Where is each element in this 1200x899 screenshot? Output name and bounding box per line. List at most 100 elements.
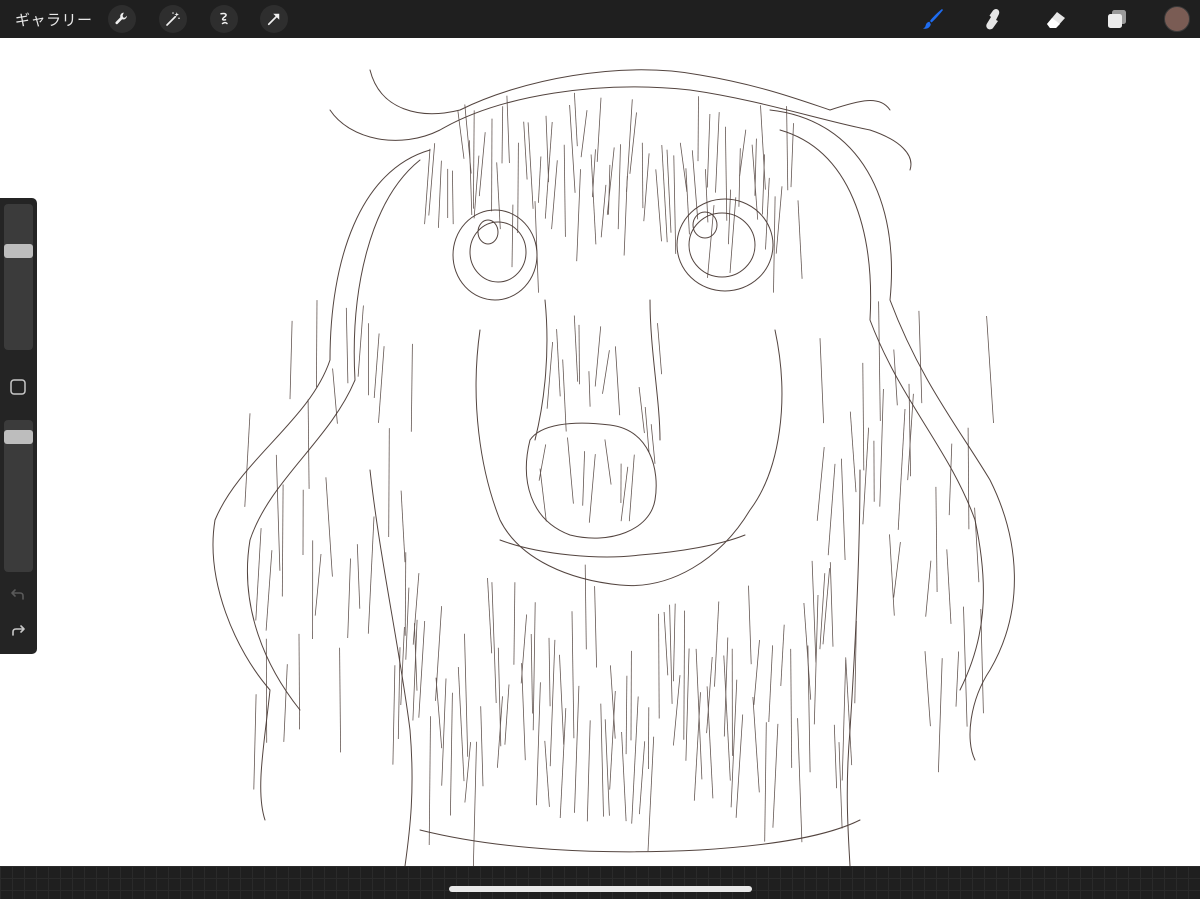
hatch-stroke — [316, 300, 318, 388]
hatch-stroke — [536, 682, 541, 806]
adjustments-button[interactable] — [159, 5, 187, 33]
gallery-button[interactable]: ギャラリー — [15, 9, 93, 30]
hatch-stroke — [538, 444, 547, 481]
right-ear-outline-2 — [779, 129, 984, 691]
hatch-stroke — [639, 741, 646, 815]
hatch-stroke — [643, 153, 650, 222]
hatch-stroke — [400, 626, 405, 706]
selection-button[interactable] — [210, 5, 238, 33]
hatch-stroke — [549, 639, 556, 767]
hatch-stroke — [472, 741, 477, 866]
bottom-bar — [0, 866, 1200, 899]
hatch-stroke — [893, 542, 901, 598]
hatch-stroke — [631, 696, 639, 824]
transform-arrow-icon — [267, 13, 280, 26]
eraser-button[interactable] — [1043, 6, 1069, 32]
hatch-stroke — [638, 387, 645, 434]
hatch-stroke — [827, 463, 836, 556]
hatch-stroke — [673, 155, 677, 254]
opacity-thumb[interactable] — [4, 430, 33, 444]
hatch-stroke — [628, 454, 635, 522]
hatch-stroke — [527, 122, 534, 209]
hatch-stroke — [580, 110, 588, 158]
hatch-stroke — [594, 326, 602, 387]
hatch-stroke — [685, 648, 690, 761]
hatch-stroke — [685, 168, 690, 235]
redo-icon[interactable] — [8, 622, 28, 642]
hatch-stroke — [523, 121, 528, 180]
hatch-stroke — [506, 95, 510, 164]
color-picker-button[interactable] — [1164, 6, 1190, 32]
actions-button[interactable] — [108, 5, 136, 33]
hatch-stroke — [753, 639, 760, 705]
hatch-stroke — [974, 507, 980, 583]
hatch-stroke — [644, 406, 650, 453]
hatch-stroke — [765, 177, 770, 250]
hatch-stroke — [600, 703, 604, 817]
hatch-stroke — [606, 147, 615, 215]
hatch-stroke — [373, 333, 380, 399]
hatch-stroke — [405, 587, 410, 660]
brush-size-slider[interactable] — [4, 204, 33, 350]
hatch-stroke — [626, 99, 633, 192]
hatch-stroke — [620, 466, 629, 522]
hatch-stroke — [534, 201, 539, 293]
left-sidebar — [0, 198, 37, 654]
modify-button[interactable] — [9, 378, 27, 396]
opacity-slider[interactable] — [4, 420, 33, 572]
hatch-stroke — [357, 305, 364, 377]
hatch-stroke — [574, 92, 578, 147]
hatch-stroke — [615, 346, 621, 416]
hatch-stroke — [281, 484, 284, 597]
hatch-stroke — [469, 140, 473, 216]
undo-icon[interactable] — [8, 586, 28, 606]
hatch-stroke — [397, 647, 401, 740]
hatch-stroke — [410, 343, 413, 432]
hatch-stroke — [878, 301, 881, 422]
hatch-stroke — [838, 742, 843, 829]
hatch-stroke — [578, 324, 580, 385]
hatch-stroke — [347, 558, 351, 639]
hatch-stroke — [813, 594, 819, 725]
smudge-button[interactable] — [980, 6, 1006, 32]
hatch-stroke — [530, 633, 533, 714]
layers-button[interactable] — [1104, 6, 1130, 32]
hatch-stroke — [604, 719, 610, 816]
hatch-stroke — [586, 720, 591, 822]
drawing-canvas[interactable] — [0, 38, 1200, 866]
hatch-stroke — [803, 602, 812, 700]
hatch-stroke — [596, 97, 602, 162]
wrench-icon — [115, 12, 127, 25]
hatch-stroke — [790, 648, 793, 768]
hatch-stroke — [661, 144, 668, 243]
hatch-stroke — [797, 718, 803, 843]
hatch-stroke — [345, 307, 349, 384]
hatch-stroke — [658, 613, 660, 719]
hatch-stroke — [594, 586, 597, 668]
hatch-stroke — [819, 338, 824, 424]
hatch-stroke — [602, 350, 610, 394]
hatch-stroke — [786, 106, 789, 191]
brush-button[interactable] — [920, 6, 946, 32]
mouth — [499, 534, 746, 558]
transform-button[interactable] — [260, 5, 288, 33]
hatch-stroke — [897, 408, 906, 530]
hatch-stroke — [457, 666, 465, 782]
hatch-stroke — [657, 323, 662, 375]
hatch-stroke — [790, 123, 794, 188]
hatch-stroke — [289, 320, 293, 400]
hatch-stroke — [797, 200, 803, 279]
hatch-stroke — [725, 126, 728, 221]
hatch-stroke — [780, 624, 785, 687]
hatch-stroke — [473, 110, 475, 209]
brush-size-thumb[interactable] — [4, 244, 33, 258]
chest-bottom — [419, 819, 861, 853]
home-indicator[interactable] — [449, 886, 752, 892]
hatch-stroke — [768, 645, 773, 723]
hatch-stroke — [539, 468, 547, 522]
hatch-stroke — [764, 722, 767, 842]
hatch-stroke — [521, 663, 526, 761]
hatch-stroke — [298, 633, 300, 730]
hatch-stroke — [811, 560, 817, 663]
neck-right — [846, 469, 861, 866]
